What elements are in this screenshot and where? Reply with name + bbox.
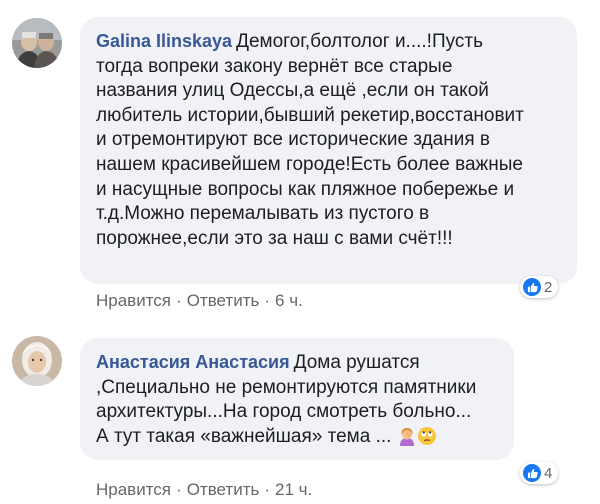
like-reaction-icon bbox=[523, 278, 541, 296]
comment-actions: Нравится · Ответить · 6 ч. bbox=[96, 291, 303, 311]
reaction-count: 2 bbox=[544, 278, 553, 296]
reaction-badge[interactable]: 4 bbox=[520, 462, 559, 484]
comment-bubble: Анастасия Анастасия Дома рушатся ,Специал… bbox=[80, 338, 514, 460]
separator: · bbox=[264, 480, 271, 499]
avatar-photo bbox=[12, 18, 62, 68]
like-reaction-icon bbox=[523, 464, 541, 482]
separator: · bbox=[264, 291, 271, 310]
comment-bubble: Galina Ilinskaya Демогог,болтолог и....!П… bbox=[80, 17, 577, 284]
reaction-badge[interactable]: 2 bbox=[520, 276, 559, 298]
reply-button[interactable]: Ответить bbox=[187, 291, 260, 310]
avatar[interactable] bbox=[12, 18, 62, 68]
comment-timestamp[interactable]: 6 ч. bbox=[275, 291, 303, 310]
comment-author[interactable]: Анастасия Анастасия bbox=[96, 352, 290, 372]
comment-author[interactable]: Galina Ilinskaya bbox=[96, 31, 232, 51]
woman-facepalming-emoji bbox=[397, 426, 417, 446]
reaction-count: 4 bbox=[544, 464, 553, 482]
avatar-photo bbox=[12, 336, 62, 386]
like-button[interactable]: Нравится bbox=[96, 291, 171, 310]
like-button[interactable]: Нравится bbox=[96, 480, 171, 499]
rolling-eyes-emoji bbox=[417, 426, 437, 446]
separator: · bbox=[176, 291, 182, 310]
comment-text: Демогог,болтолог и....!Пусть тогда вопре… bbox=[96, 31, 524, 249]
separator: · bbox=[176, 480, 182, 499]
comment-timestamp[interactable]: 21 ч. bbox=[275, 480, 312, 499]
avatar[interactable] bbox=[12, 336, 62, 386]
comment-actions: Нравится · Ответить · 21 ч. bbox=[96, 480, 312, 500]
reply-button[interactable]: Ответить bbox=[187, 480, 260, 499]
